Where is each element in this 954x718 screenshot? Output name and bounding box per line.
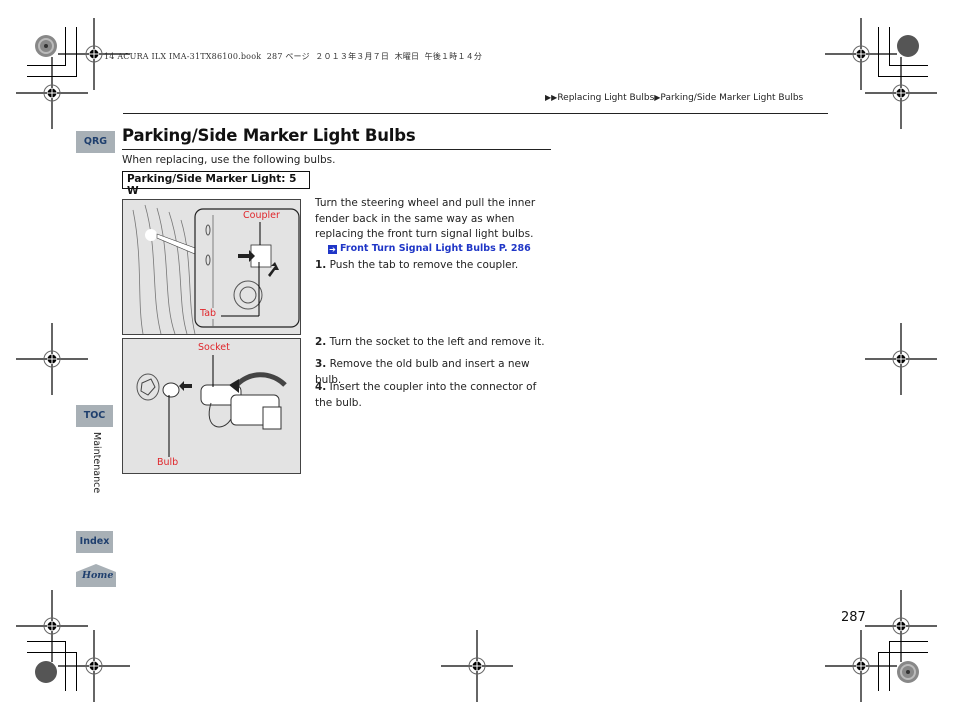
double-triangle-right-icon: ▶▶	[545, 93, 558, 102]
socket-bulb-illustration	[136, 355, 287, 457]
toc-tab[interactable]: TOC	[76, 405, 113, 427]
gray-circle-icon	[897, 35, 919, 57]
xref-page[interactable]: P. 286	[499, 243, 531, 254]
socket-label: Socket	[197, 342, 231, 353]
coupler-label: Coupler	[242, 210, 281, 221]
breadcrumb-item[interactable]: Parking/Side Marker Light Bulbs	[660, 93, 803, 103]
registration-mark-icon	[16, 57, 88, 129]
xref-title[interactable]: Front Turn Signal Light Bulbs	[340, 243, 496, 254]
section-label: Maintenance	[91, 432, 102, 494]
registration-mark-icon	[825, 630, 897, 702]
print-meta-text: 14 ACURA ILX IMA-31TX86100.book 287 ページ …	[104, 52, 483, 61]
page-title: Parking/Side Marker Light Bulbs	[122, 126, 416, 145]
bulb-label: Bulb	[156, 457, 180, 468]
step-text: Insert the coupler into the connector of…	[315, 381, 537, 409]
step-number: 3.	[315, 358, 327, 370]
coupler-figure: Coupler Tab	[122, 199, 301, 335]
page-number: 287	[841, 610, 866, 625]
gray-circle-icon	[35, 661, 57, 683]
cross-reference-link[interactable]: ➔ Front Turn Signal Light Bulbs P. 286	[328, 243, 531, 254]
index-tab[interactable]: Index	[76, 531, 113, 553]
registration-mark-icon	[441, 630, 513, 702]
header-rule	[123, 113, 828, 114]
step-number: 1.	[315, 259, 327, 271]
home-tab[interactable]: Home	[76, 564, 116, 587]
socket-figure: Socket Bulb	[122, 338, 301, 474]
color-target-icon	[897, 661, 919, 683]
registration-mark-icon	[865, 57, 937, 129]
step-text: Turn the socket to the left and remove i…	[329, 336, 545, 348]
registration-mark-icon	[865, 323, 937, 395]
breadcrumb-item[interactable]: Replacing Light Bulbs	[557, 93, 654, 103]
step-1: 1. Push the tab to remove the coupler.	[315, 258, 550, 274]
home-label: Home	[82, 570, 114, 581]
color-target-icon	[35, 35, 57, 57]
step-number: 4.	[315, 381, 327, 393]
step-text: Push the tab to remove the coupler.	[329, 259, 519, 271]
step-2: 2. Turn the socket to the left and remov…	[315, 335, 550, 351]
arrow-right-box-icon: ➔	[328, 245, 337, 254]
qrg-tab[interactable]: QRG	[76, 131, 115, 153]
tab-label: Tab	[199, 308, 218, 319]
step-4: 4. Insert the coupler into the connector…	[315, 380, 547, 411]
bulb-spec-box: Parking/Side Marker Light: 5 W	[122, 171, 310, 197]
lead-instruction: Turn the steering wheel and pull the inn…	[315, 197, 536, 241]
breadcrumb: ▶▶Replacing Light Bulbs▶Parking/Side Mar…	[545, 93, 803, 103]
registration-mark-icon	[16, 323, 88, 395]
registration-mark-icon	[58, 630, 130, 702]
step-number: 2.	[315, 336, 327, 348]
intro-text: When replacing, use the following bulbs.	[122, 154, 336, 166]
title-rule	[122, 149, 551, 150]
